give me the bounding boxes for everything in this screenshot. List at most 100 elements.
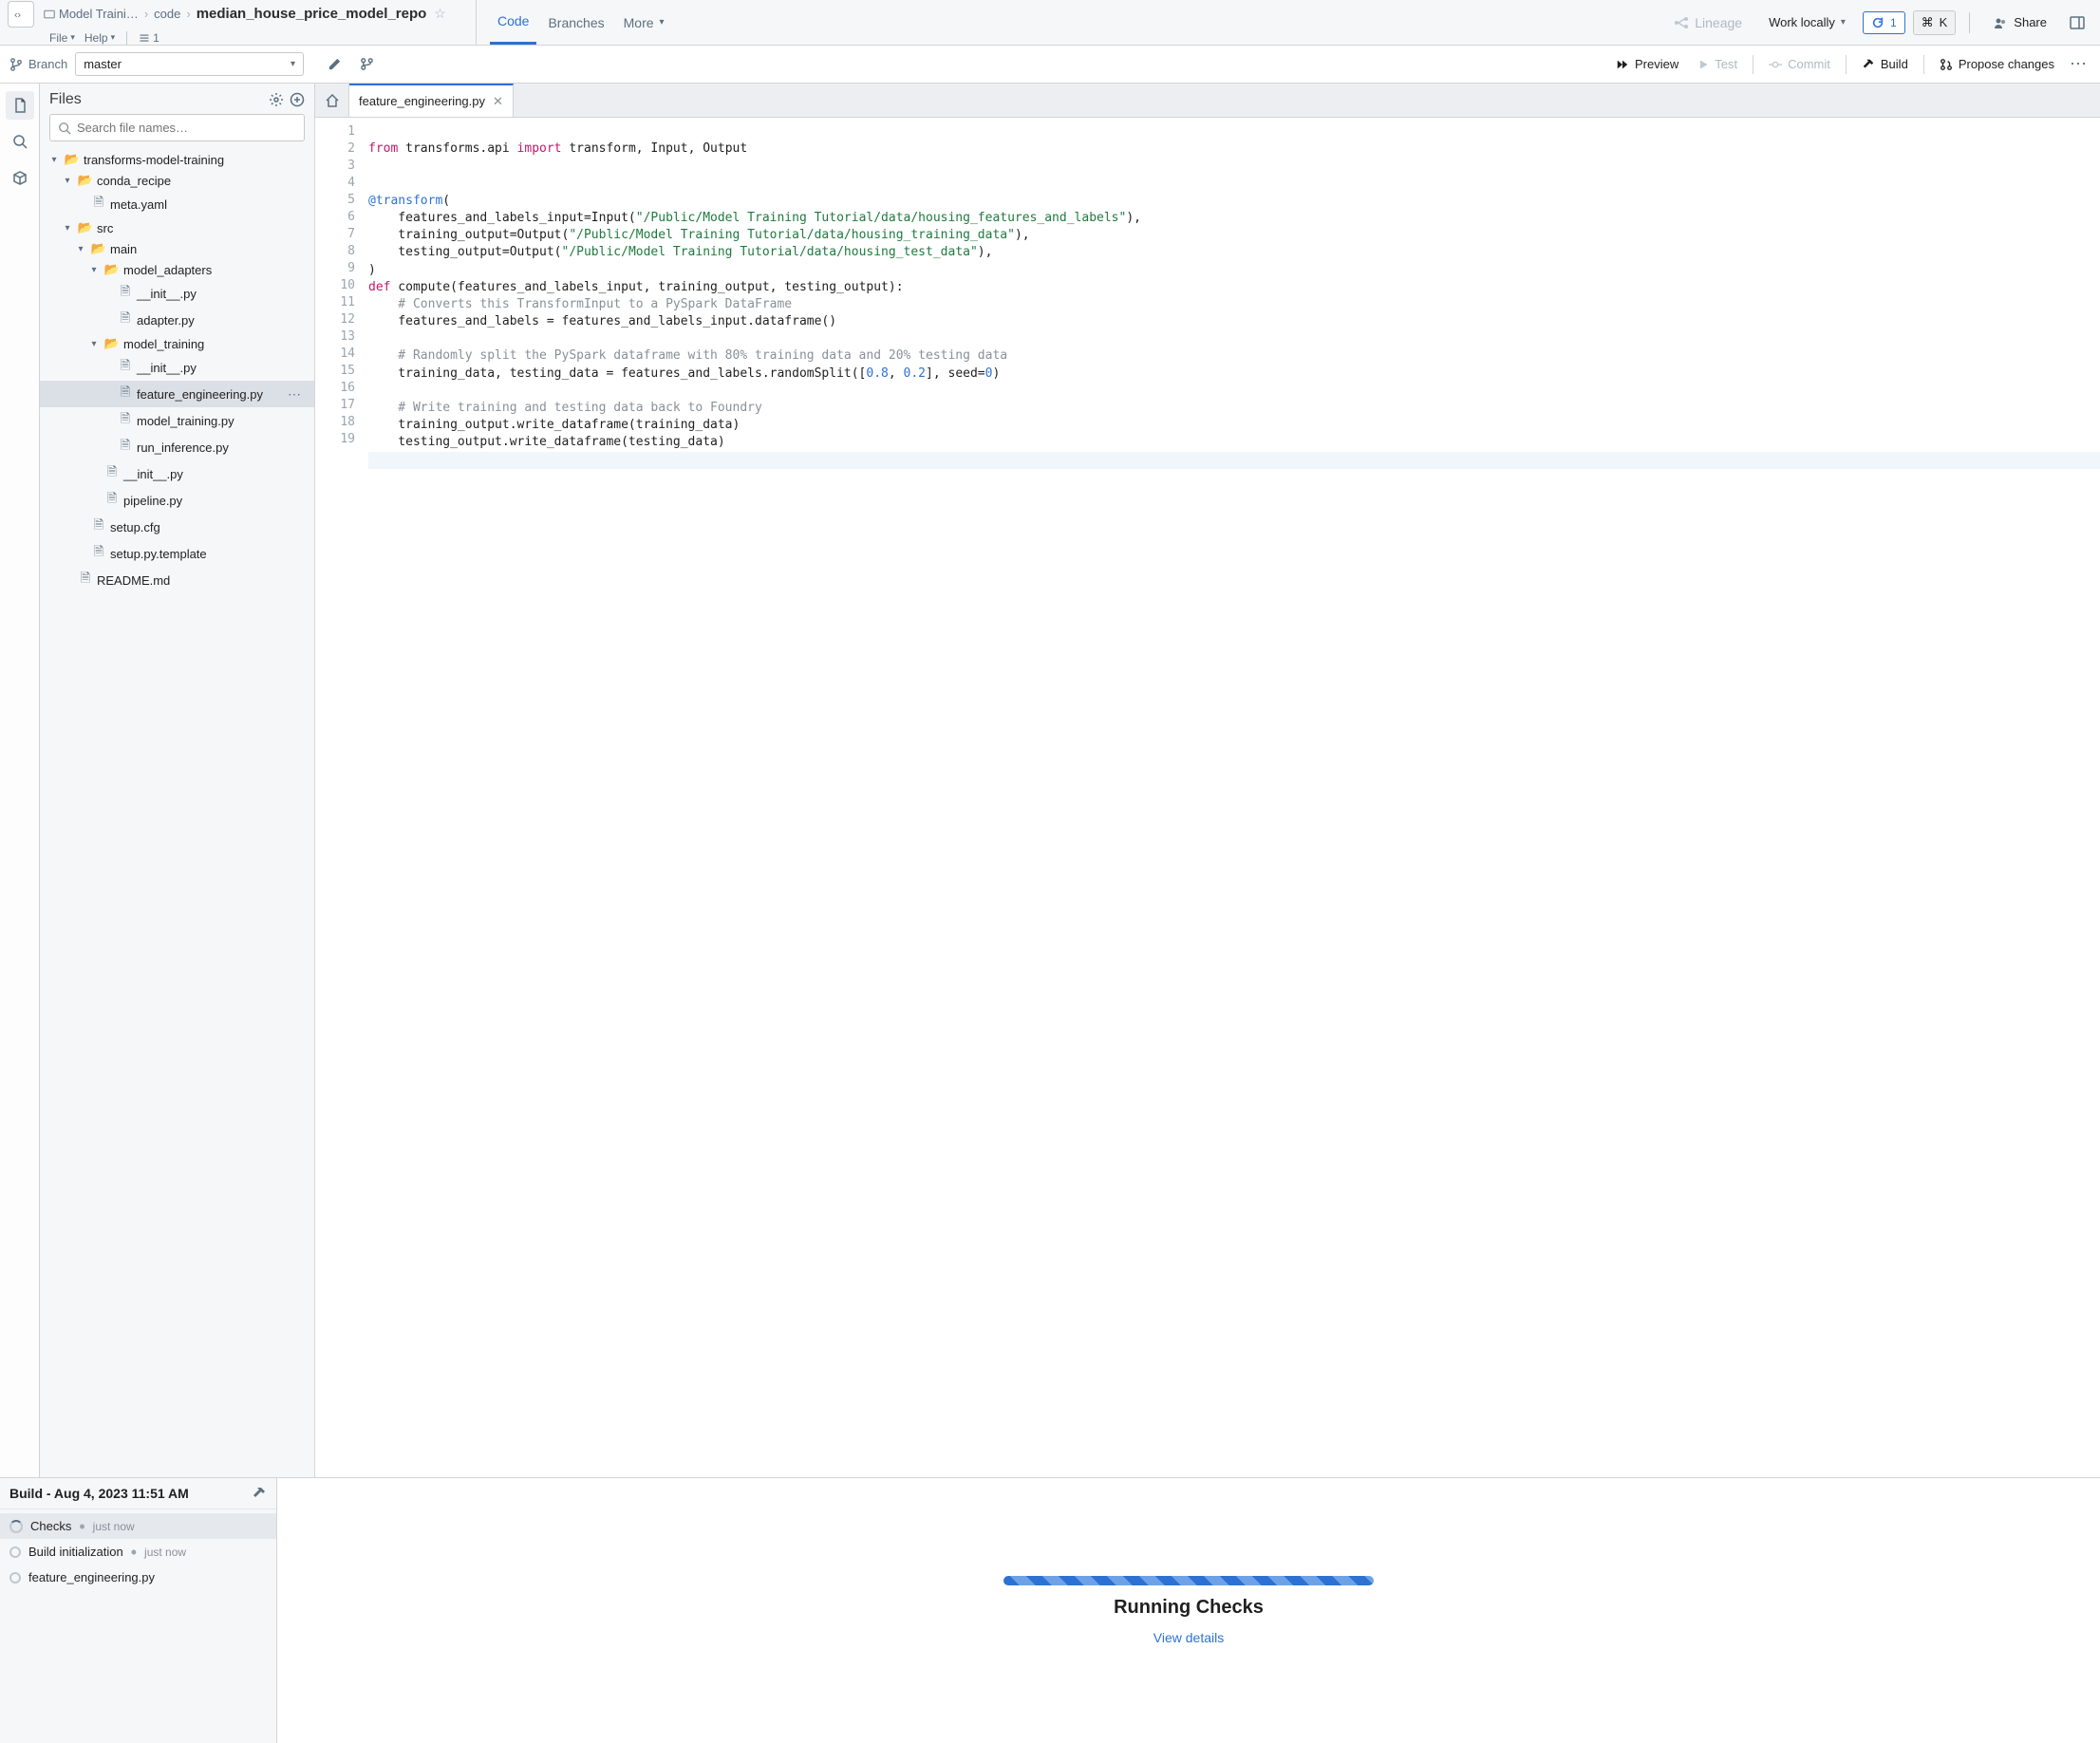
file-search[interactable] [49,114,305,141]
fast-forward-icon [1616,58,1629,71]
build-title: Build - Aug 4, 2023 11:51 AM [9,1486,189,1501]
tab-code[interactable]: Code [490,0,536,45]
branch-action-button[interactable] [353,51,380,78]
file-menu[interactable]: File▾ [46,29,79,47]
tree-file[interactable]: 🗎meta.yaml [40,191,314,217]
divider [1969,12,1970,33]
file-icon: 🗎 [118,309,133,330]
breadcrumb-repo[interactable]: median_house_price_model_repo [197,6,427,22]
code-content[interactable]: from transforms.api import transform, In… [368,118,2100,1477]
tree-file[interactable]: 🗎setup.cfg [40,514,314,540]
tree-file[interactable]: 🗎setup.py.template [40,540,314,567]
close-icon[interactable]: ✕ [493,94,503,109]
changes-indicator[interactable]: 1 [135,29,163,47]
file-sidebar: Files ▾📂transforms-model-training [40,84,315,1477]
gear-icon[interactable] [269,92,284,107]
star-icon[interactable]: ☆ [434,6,446,22]
breadcrumb-project[interactable]: Model Traini… [44,7,139,21]
tree-file[interactable]: 🗎__init__.py [40,280,314,307]
branch-dropdown[interactable]: master▾ [75,52,304,76]
work-locally-button[interactable]: Work locally▾ [1759,11,1855,33]
breadcrumb-folder[interactable]: code [154,7,180,21]
header-left: ‹› Model Traini… › code › median_house_p… [0,0,477,45]
check-item-init[interactable]: Build initialization • just now [0,1539,276,1565]
file-icon: 🗎 [104,490,120,511]
file-icon: 🗎 [91,516,106,537]
divider [1846,55,1847,74]
tree-folder[interactable]: ▾📂src [40,217,314,238]
document-icon [12,98,28,113]
folder-open-icon: 📂 [104,262,120,277]
edit-button[interactable] [321,51,347,78]
tree-file[interactable]: 🗎__init__.py [40,354,314,381]
file-icon: 🗎 [78,570,93,590]
command-palette-button[interactable]: ⌘K [1913,10,1957,35]
toolbar-actions: Preview Test Commit Build Propose change… [1608,53,2100,75]
tree-file-selected[interactable]: 🗎feature_engineering.py⋯ [40,381,314,407]
tree-folder-root[interactable]: ▾📂transforms-model-training [40,149,314,170]
tree-file[interactable]: 🗎pipeline.py [40,487,314,514]
panel-toggle-button[interactable] [2064,9,2091,36]
branch-icon [9,58,23,71]
branch-selector: Branch master▾ [0,52,313,76]
build-button[interactable]: Build [1854,53,1916,75]
tree-folder[interactable]: ▾📂model_adapters [40,259,314,280]
folder-open-icon: 📂 [78,220,93,235]
file-icon: 🗎 [104,463,120,484]
help-menu[interactable]: Help▾ [81,29,119,47]
rail-search[interactable] [6,127,34,156]
view-details-link[interactable]: View details [1153,1630,1224,1645]
commit-button[interactable]: Commit [1761,53,1838,75]
tree-file[interactable]: 🗎adapter.py [40,307,314,333]
tree-file[interactable]: 🗎run_inference.py [40,434,314,460]
refresh-icon [1871,16,1884,29]
refresh-button[interactable]: 1 [1863,11,1905,34]
more-menu[interactable]: ⋯ [2066,54,2091,74]
repo-icon: ‹› [8,1,34,28]
package-icon [12,170,28,185]
folder-open-icon: 📂 [91,241,106,256]
hammer-icon [1862,58,1875,71]
file-icon: 🗎 [91,543,106,564]
file-icon: 🗎 [118,283,133,304]
tree-folder[interactable]: ▾📂conda_recipe [40,170,314,191]
spinner-icon [9,1520,23,1533]
test-button[interactable]: Test [1690,53,1745,75]
rail-files[interactable] [6,91,34,120]
file-icon: 🗎 [118,437,133,458]
rail [0,84,40,1477]
add-icon[interactable] [290,92,305,107]
tree-file[interactable]: 🗎README.md [40,567,314,593]
file-icon: 🗎 [118,384,133,404]
check-item-checks[interactable]: Checks • just now [0,1513,276,1539]
svg-text:‹›: ‹› [14,9,21,20]
cmd-icon: ⌘ [1922,15,1934,30]
home-tab[interactable] [315,84,349,117]
chevron-right-icon: › [186,7,190,21]
toolbar: Branch master▾ Preview Test [0,46,2100,84]
folder-open-icon: 📂 [78,173,93,188]
preview-button[interactable]: Preview [1608,53,1686,75]
hammer-icon[interactable] [252,1486,267,1501]
pencil-icon [328,57,342,71]
tab-label: feature_engineering.py [359,94,485,108]
rail-packages[interactable] [6,163,34,192]
code-editor[interactable]: 12345678910111213141516171819 from trans… [315,118,2100,1477]
file-icon: 🗎 [91,194,106,215]
divider [1923,55,1924,74]
share-button[interactable]: Share [1983,11,2056,34]
tree-folder[interactable]: ▾📂model_training [40,333,314,354]
more-icon[interactable]: ⋯ [288,386,307,403]
check-item-file[interactable]: feature_engineering.py [0,1565,276,1590]
tab-branches[interactable]: Branches [540,0,611,45]
build-panel: Build - Aug 4, 2023 11:51 AM Checks • ju… [0,1478,277,1743]
file-search-input[interactable] [77,121,296,135]
menubar: File▾ Help▾ 1 [8,29,476,47]
tree-file[interactable]: 🗎model_training.py [40,407,314,434]
editor-tab[interactable]: feature_engineering.py ✕ [349,84,514,117]
tree-folder[interactable]: ▾📂main [40,238,314,259]
tab-more[interactable]: More▾ [616,0,672,45]
tree-file[interactable]: 🗎__init__.py [40,460,314,487]
propose-changes-button[interactable]: Propose changes [1932,53,2062,75]
status-circle-icon [9,1572,21,1584]
